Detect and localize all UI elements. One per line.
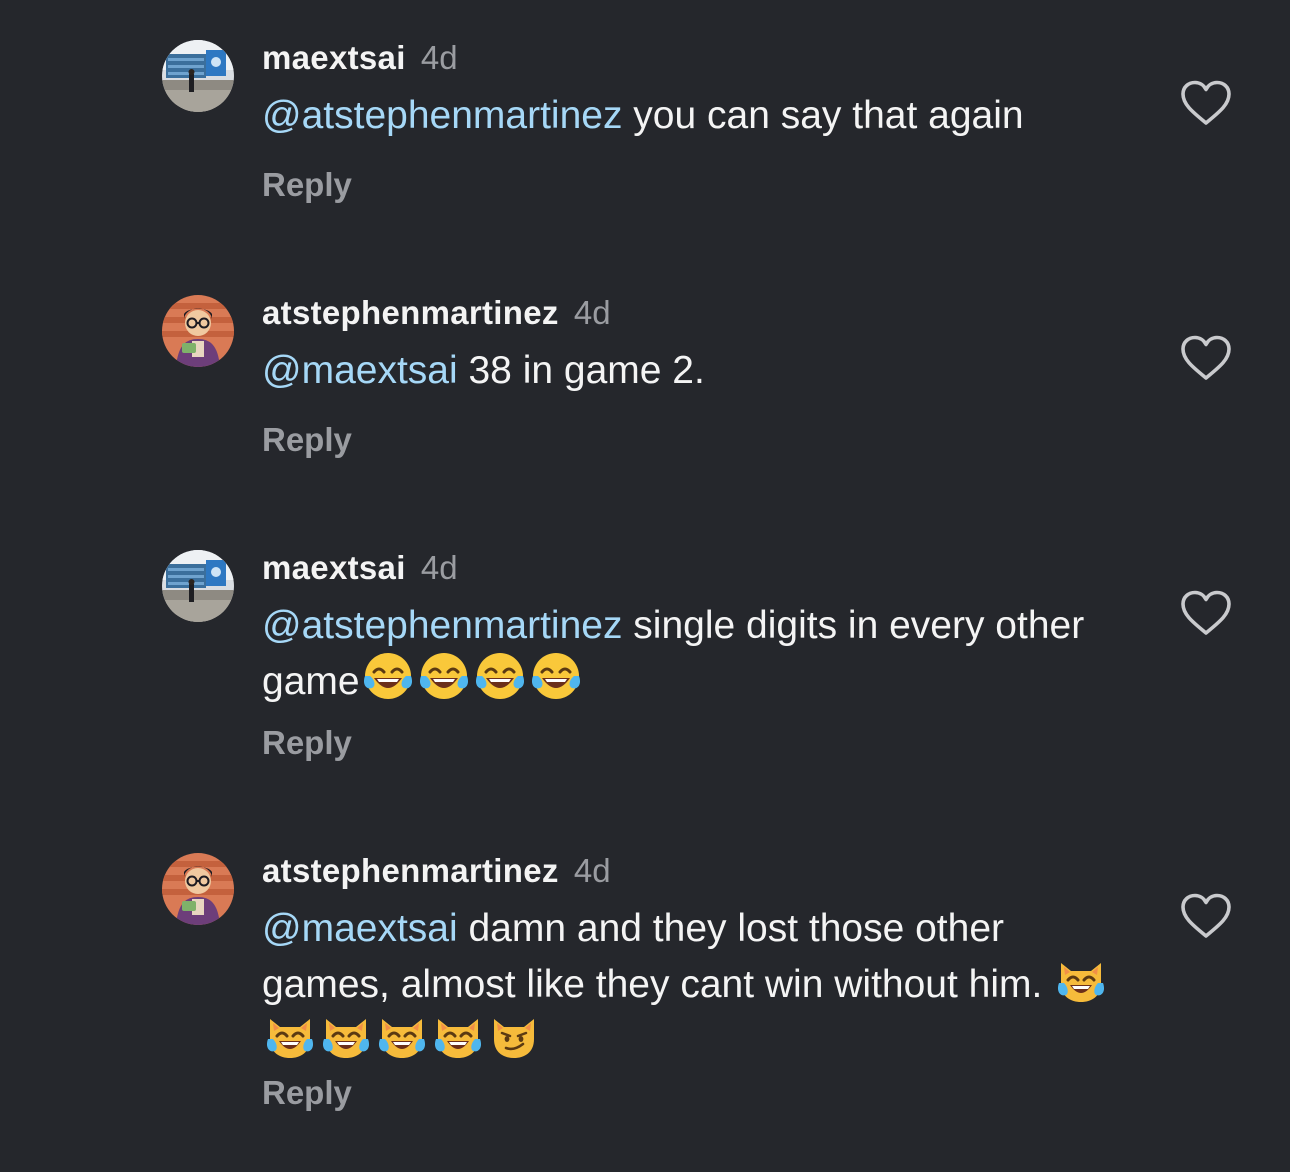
comment-body-text: 38 in game 2. [457,349,705,392]
atstephenmartinez-avatar-image [162,853,234,925]
username[interactable]: maextsai [262,549,406,586]
reply-button[interactable]: Reply [262,165,352,205]
comment-header: atstephenmartinez 4d [262,851,611,891]
mention-link[interactable]: @maextsai [262,349,458,392]
cat-with-tears-of-joy-icon [264,1009,316,1061]
comment-text: @atstephenmartinez you can say that agai… [262,92,1142,140]
comment-text: @maextsai damn and they lost those other… [262,905,1122,1065]
timestamp: 4d [420,39,458,76]
timestamp: 4d [573,294,611,331]
reply-button[interactable]: Reply [262,723,352,763]
comment-text: @maextsai 38 in game 2. [262,347,1142,395]
username[interactable]: atstephenmartinez [262,294,559,331]
comment-header: atstephenmartinez 4d [262,293,611,333]
avatar[interactable] [162,40,234,112]
mention-link[interactable]: @atstephenmartinez [262,94,622,137]
cat-with-tears-of-joy-icon [432,1009,484,1061]
heart-outline-icon[interactable] [1180,335,1232,381]
maextsai-avatar-image [162,550,234,622]
comment-text: @atstephenmartinez single digits in ever… [262,602,1092,706]
cat-with-tears-of-joy-icon [1055,953,1107,1005]
timestamp: 4d [573,852,611,889]
timestamp: 4d [420,549,458,586]
face-with-tears-of-joy-icon [362,650,414,702]
cat-with-tears-of-joy-icon [376,1009,428,1061]
cat-with-tears-of-joy-icon [320,1009,372,1061]
face-with-tears-of-joy-icon [418,650,470,702]
heart-outline-icon[interactable] [1180,893,1232,939]
username[interactable]: maextsai [262,39,406,76]
heart-outline-icon[interactable] [1180,80,1232,126]
cat-with-wry-smile-icon [488,1009,540,1061]
atstephenmartinez-avatar-image [162,295,234,367]
avatar[interactable] [162,550,234,622]
face-with-tears-of-joy-icon [474,650,526,702]
avatar[interactable] [162,853,234,925]
reply-button[interactable]: Reply [262,1073,352,1113]
heart-outline-icon[interactable] [1180,590,1232,636]
comment-header: maextsai 4d [262,38,458,78]
mention-link[interactable]: @atstephenmartinez [262,604,622,647]
maextsai-avatar-image [162,40,234,112]
comment-body-text: you can say that again [622,94,1024,137]
comment-header: maextsai 4d [262,548,458,588]
avatar[interactable] [162,295,234,367]
face-with-tears-of-joy-icon [530,650,582,702]
reply-button[interactable]: Reply [262,420,352,460]
mention-link[interactable]: @maextsai [262,907,458,950]
username[interactable]: atstephenmartinez [262,852,559,889]
